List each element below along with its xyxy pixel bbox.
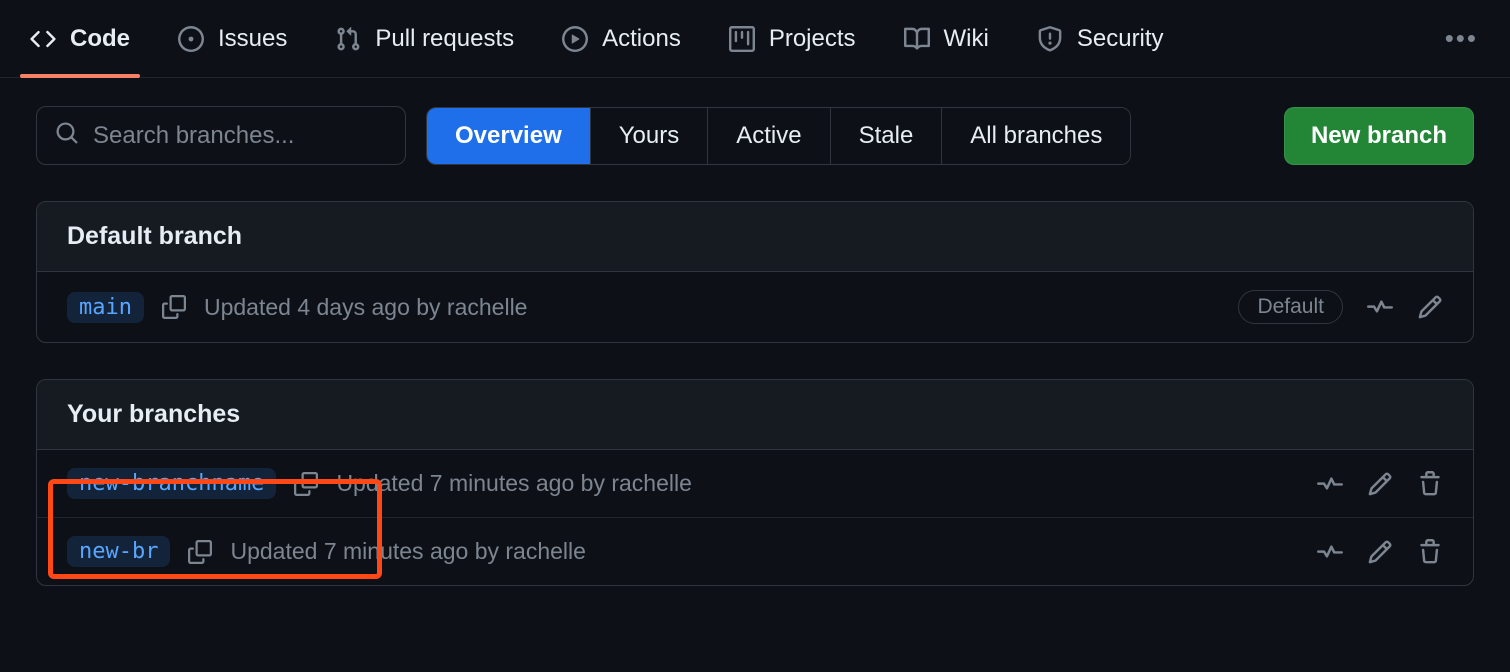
tab-label: Pull requests xyxy=(375,25,514,53)
filter-overview[interactable]: Overview xyxy=(427,108,591,164)
filter-active[interactable]: Active xyxy=(708,108,830,164)
filter-stale[interactable]: Stale xyxy=(831,108,943,164)
branch-row: main Updated 4 days ago by rachelle Defa… xyxy=(37,272,1473,342)
tab-label: Actions xyxy=(602,25,681,53)
section-title-yours: Your branches xyxy=(37,380,1473,450)
activity-icon[interactable] xyxy=(1367,294,1393,320)
tab-label: Wiki xyxy=(944,25,989,53)
tab-wiki[interactable]: Wiki xyxy=(894,0,999,77)
default-branch-section: Default branch main Updated 4 days ago b… xyxy=(36,201,1474,343)
branch-row-actions: Default xyxy=(1238,290,1443,324)
tab-label: Issues xyxy=(218,25,287,53)
activity-icon[interactable] xyxy=(1317,539,1343,565)
branch-row-actions xyxy=(1317,471,1443,497)
your-branches-section: Your branches new-branchname Updated 7 m… xyxy=(36,379,1474,586)
tab-label: Projects xyxy=(769,25,856,53)
branch-row: new-branchname Updated 7 minutes ago by … xyxy=(37,450,1473,518)
tab-code[interactable]: Code xyxy=(20,0,140,77)
copy-icon[interactable] xyxy=(188,540,212,564)
pull-request-icon xyxy=(335,26,361,52)
activity-icon[interactable] xyxy=(1317,471,1343,497)
branch-meta: Updated 7 minutes ago by rachelle xyxy=(230,538,585,565)
pencil-icon[interactable] xyxy=(1367,539,1393,565)
pencil-icon[interactable] xyxy=(1367,471,1393,497)
code-icon xyxy=(30,26,56,52)
tab-security[interactable]: Security xyxy=(1027,0,1174,77)
tab-label: Code xyxy=(70,25,130,53)
branch-name-link[interactable]: new-branchname xyxy=(67,468,276,499)
search-branches-wrapper[interactable] xyxy=(36,106,406,165)
play-icon xyxy=(562,26,588,52)
shield-icon xyxy=(1037,26,1063,52)
search-branches-input[interactable] xyxy=(93,122,387,150)
new-branch-button[interactable]: New branch xyxy=(1284,107,1474,165)
tab-label: Security xyxy=(1077,25,1164,53)
filter-yours[interactable]: Yours xyxy=(591,108,709,164)
branch-toolbar: Overview Yours Active Stale All branches… xyxy=(0,78,1510,165)
overflow-menu-icon[interactable]: ••• xyxy=(1433,23,1490,54)
tab-issues[interactable]: Issues xyxy=(168,0,297,77)
tab-pull-requests[interactable]: Pull requests xyxy=(325,0,524,77)
branch-meta: Updated 7 minutes ago by rachelle xyxy=(336,470,691,497)
branch-name-link[interactable]: main xyxy=(67,292,144,323)
pencil-icon[interactable] xyxy=(1417,294,1443,320)
filter-all-branches[interactable]: All branches xyxy=(942,108,1130,164)
branch-row-actions xyxy=(1317,539,1443,565)
branch-filter-group: Overview Yours Active Stale All branches xyxy=(426,107,1131,165)
tab-actions[interactable]: Actions xyxy=(552,0,691,77)
branch-meta: Updated 4 days ago by rachelle xyxy=(204,294,528,321)
tab-projects[interactable]: Projects xyxy=(719,0,866,77)
trash-icon[interactable] xyxy=(1417,539,1443,565)
branch-row: new-br Updated 7 minutes ago by rachelle xyxy=(37,518,1473,585)
trash-icon[interactable] xyxy=(1417,471,1443,497)
copy-icon[interactable] xyxy=(294,472,318,496)
default-badge: Default xyxy=(1238,290,1343,324)
copy-icon[interactable] xyxy=(162,295,186,319)
project-icon xyxy=(729,26,755,52)
section-title-default: Default branch xyxy=(37,202,1473,272)
book-icon xyxy=(904,26,930,52)
search-icon xyxy=(55,121,79,150)
branch-name-link[interactable]: new-br xyxy=(67,536,170,567)
repo-nav-tabs: Code Issues Pull requests Actions Projec… xyxy=(0,0,1510,78)
issue-icon xyxy=(178,26,204,52)
